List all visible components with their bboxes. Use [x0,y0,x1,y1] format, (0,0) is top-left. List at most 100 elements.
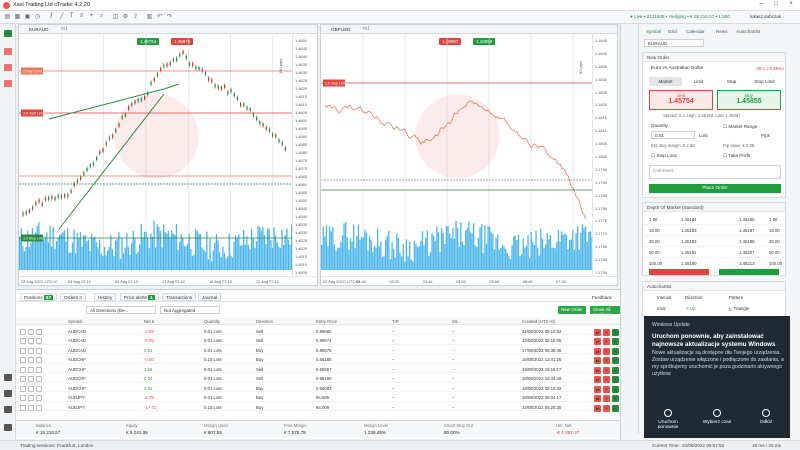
settings-icon[interactable] [28,366,34,373]
col-created[interactable]: Created (UTC+0) [522,319,555,324]
reverse-position-icon[interactable]: ⇄ [594,328,601,336]
tab-transactions[interactable]: Transactions [162,293,197,301]
layout-icon[interactable]: ▦ [14,13,21,21]
feedback-link[interactable]: Feedback [592,295,612,300]
dom-row[interactable]: 50.00 1.45181 1.46207 50.00 [643,248,785,258]
edit-icon[interactable] [20,385,26,392]
close-button[interactable]: × [612,338,619,345]
col-net[interactable]: Net € [144,319,154,324]
close-button[interactable]: × [612,366,619,374]
comment-input[interactable]: Comment [649,165,781,179]
chart-symbol[interactable]: EURAUD [29,27,48,32]
period-icon[interactable]: ◷ [34,13,41,21]
order-type-market[interactable]: Market [649,77,682,86]
new-order-button[interactable]: New Order [558,306,586,314]
ac-pattern[interactable]: ◺ Triangle [729,306,749,312]
double-position-icon[interactable]: × [603,395,610,402]
reverse-position-icon[interactable]: ⇄ [594,404,601,412]
zoom-icon[interactable]: ⌕ [98,13,105,21]
settings-icon[interactable] [28,347,34,354]
restart-button[interactable]: Uruchom ponownie [648,409,688,430]
close-position-icon[interactable] [36,366,42,373]
col-symbol[interactable]: Symbol [68,319,82,324]
edit-icon[interactable] [20,328,26,335]
close-position-icon[interactable] [36,328,42,335]
market-range-checkbox[interactable]: ☐ Market Range [723,124,757,130]
settings-icon[interactable] [28,395,34,401]
close-button[interactable]: × [612,395,619,402]
maximize-icon[interactable]: □ [770,1,782,10]
reverse-position-icon[interactable]: ⇄ [594,385,601,393]
dom-row[interactable]: 100.00 1.45180 1.46213 100.00 [643,259,785,269]
ac-direction[interactable]: ↗ Up [685,306,696,312]
table-row[interactable]: AUDCAD -0.09 0.01 Lots Sell 0.89680 – – 22/08/2… [16,327,620,336]
account-status[interactable]: ● Live • 2121935 • Hedging • € 18 216.57… [630,14,730,19]
reverse-position-icon[interactable]: ⇄ [594,347,601,355]
copy-icon[interactable] [4,48,12,55]
edit-icon[interactable] [20,357,26,363]
order-type-stop-limit[interactable]: Stop Limit [748,77,781,86]
close-position-icon[interactable] [36,376,42,382]
double-position-icon[interactable]: × [603,385,610,393]
stop-loss-checkbox[interactable]: ☐ Stop Loss [651,153,677,159]
col-entry-price[interactable]: Entry Price [316,319,337,324]
draw-line-icon[interactable]: ╱ [58,13,65,21]
settings-icon[interactable] [28,357,34,363]
table-row[interactable]: AUDCHF 2.51 0.01 Lots Buy 0.66093 – – 18/08/202… [16,384,620,393]
settings-icon[interactable] [28,385,34,392]
dom-buy-bar[interactable] [719,269,779,275]
reverse-position-icon[interactable]: ⇄ [594,357,601,364]
screenshot-icon[interactable]: ◫ [112,13,119,21]
close-button[interactable]: × [612,328,619,336]
redo-icon[interactable]: ↷ [166,13,173,21]
templates-icon[interactable]: ▣ [24,13,31,21]
chart-gbpusd[interactable]: GBPUSD m1 1.18097 1.18098 1.0 Buy Limit 9… [320,24,618,286]
indicators-icon[interactable]: ƒ [48,13,55,21]
quantity-input[interactable]: 0.01 [651,131,695,139]
help-icon[interactable] [4,406,12,413]
tab-orders[interactable]: Orders 0 [60,293,86,301]
direction-filter[interactable]: All Directions (De... [86,306,156,314]
automate-icon[interactable] [4,64,12,71]
double-position-icon[interactable]: × [603,347,610,355]
table-row[interactable]: AUDCAD -0.05 0.01 Lots Sell 0.89674 – – 22/08/2… [16,337,620,345]
double-position-icon[interactable]: × [603,366,610,374]
panel-header[interactable]: New Order [643,53,785,62]
tab-news[interactable]: News [716,29,728,34]
dom-row[interactable]: 30.00 1.45182 1.46188 30.00 [643,237,785,247]
sell-button[interactable]: Sell 1.45754 [649,90,713,110]
close-button[interactable]: × [612,404,619,412]
tab-grid[interactable]: Grid [668,29,677,34]
windows-update-toast[interactable]: Windows Update Uruchom ponownie, aby zai… [644,316,790,438]
dom-sell-bar[interactable] [649,269,709,275]
crosshair-icon[interactable]: + [88,13,95,21]
close-position-icon[interactable] [36,404,42,411]
dom-row[interactable]: 1.00 1.45184 1.46186 1.00 [643,215,785,225]
edit-icon[interactable] [20,338,26,344]
tab-price-alerts[interactable]: Price alerts 1 [120,293,159,301]
panel-header[interactable]: Autochartist [643,282,785,291]
close-all-button[interactable]: Close All Positions [590,306,620,317]
reverse-position-icon[interactable]: ⇄ [594,338,601,345]
settings-nav-icon[interactable] [4,424,12,431]
double-position-icon[interactable]: × [603,338,610,345]
panel-header[interactable]: Depth Of Market (Standard) [643,203,785,212]
double-position-icon[interactable]: × [603,328,610,336]
minimize-icon[interactable]: – [755,1,767,10]
close-button[interactable]: × [612,347,619,355]
col-tp[interactable]: T/P [392,319,399,324]
trend-line[interactable] [163,83,180,90]
tab-autochartist[interactable]: Autochartist [736,29,760,34]
close-button[interactable]: × [612,385,619,393]
tab-history[interactable]: History [94,293,117,301]
fibonacci-icon[interactable]: ≡ [78,13,85,21]
chart-type-icon[interactable]: ▥ [146,13,153,21]
double-position-icon[interactable]: × [603,404,610,412]
close-icon[interactable]: × [785,1,797,10]
col-direction[interactable]: Direction [256,319,273,324]
settings-icon[interactable]: ⚙ [122,13,129,21]
chart-symbol[interactable]: GBPUSD [331,27,350,32]
tab-journal[interactable]: Journal [198,293,222,301]
share-icon[interactable]: ⇪ [132,13,139,21]
settings-icon[interactable] [28,376,34,382]
